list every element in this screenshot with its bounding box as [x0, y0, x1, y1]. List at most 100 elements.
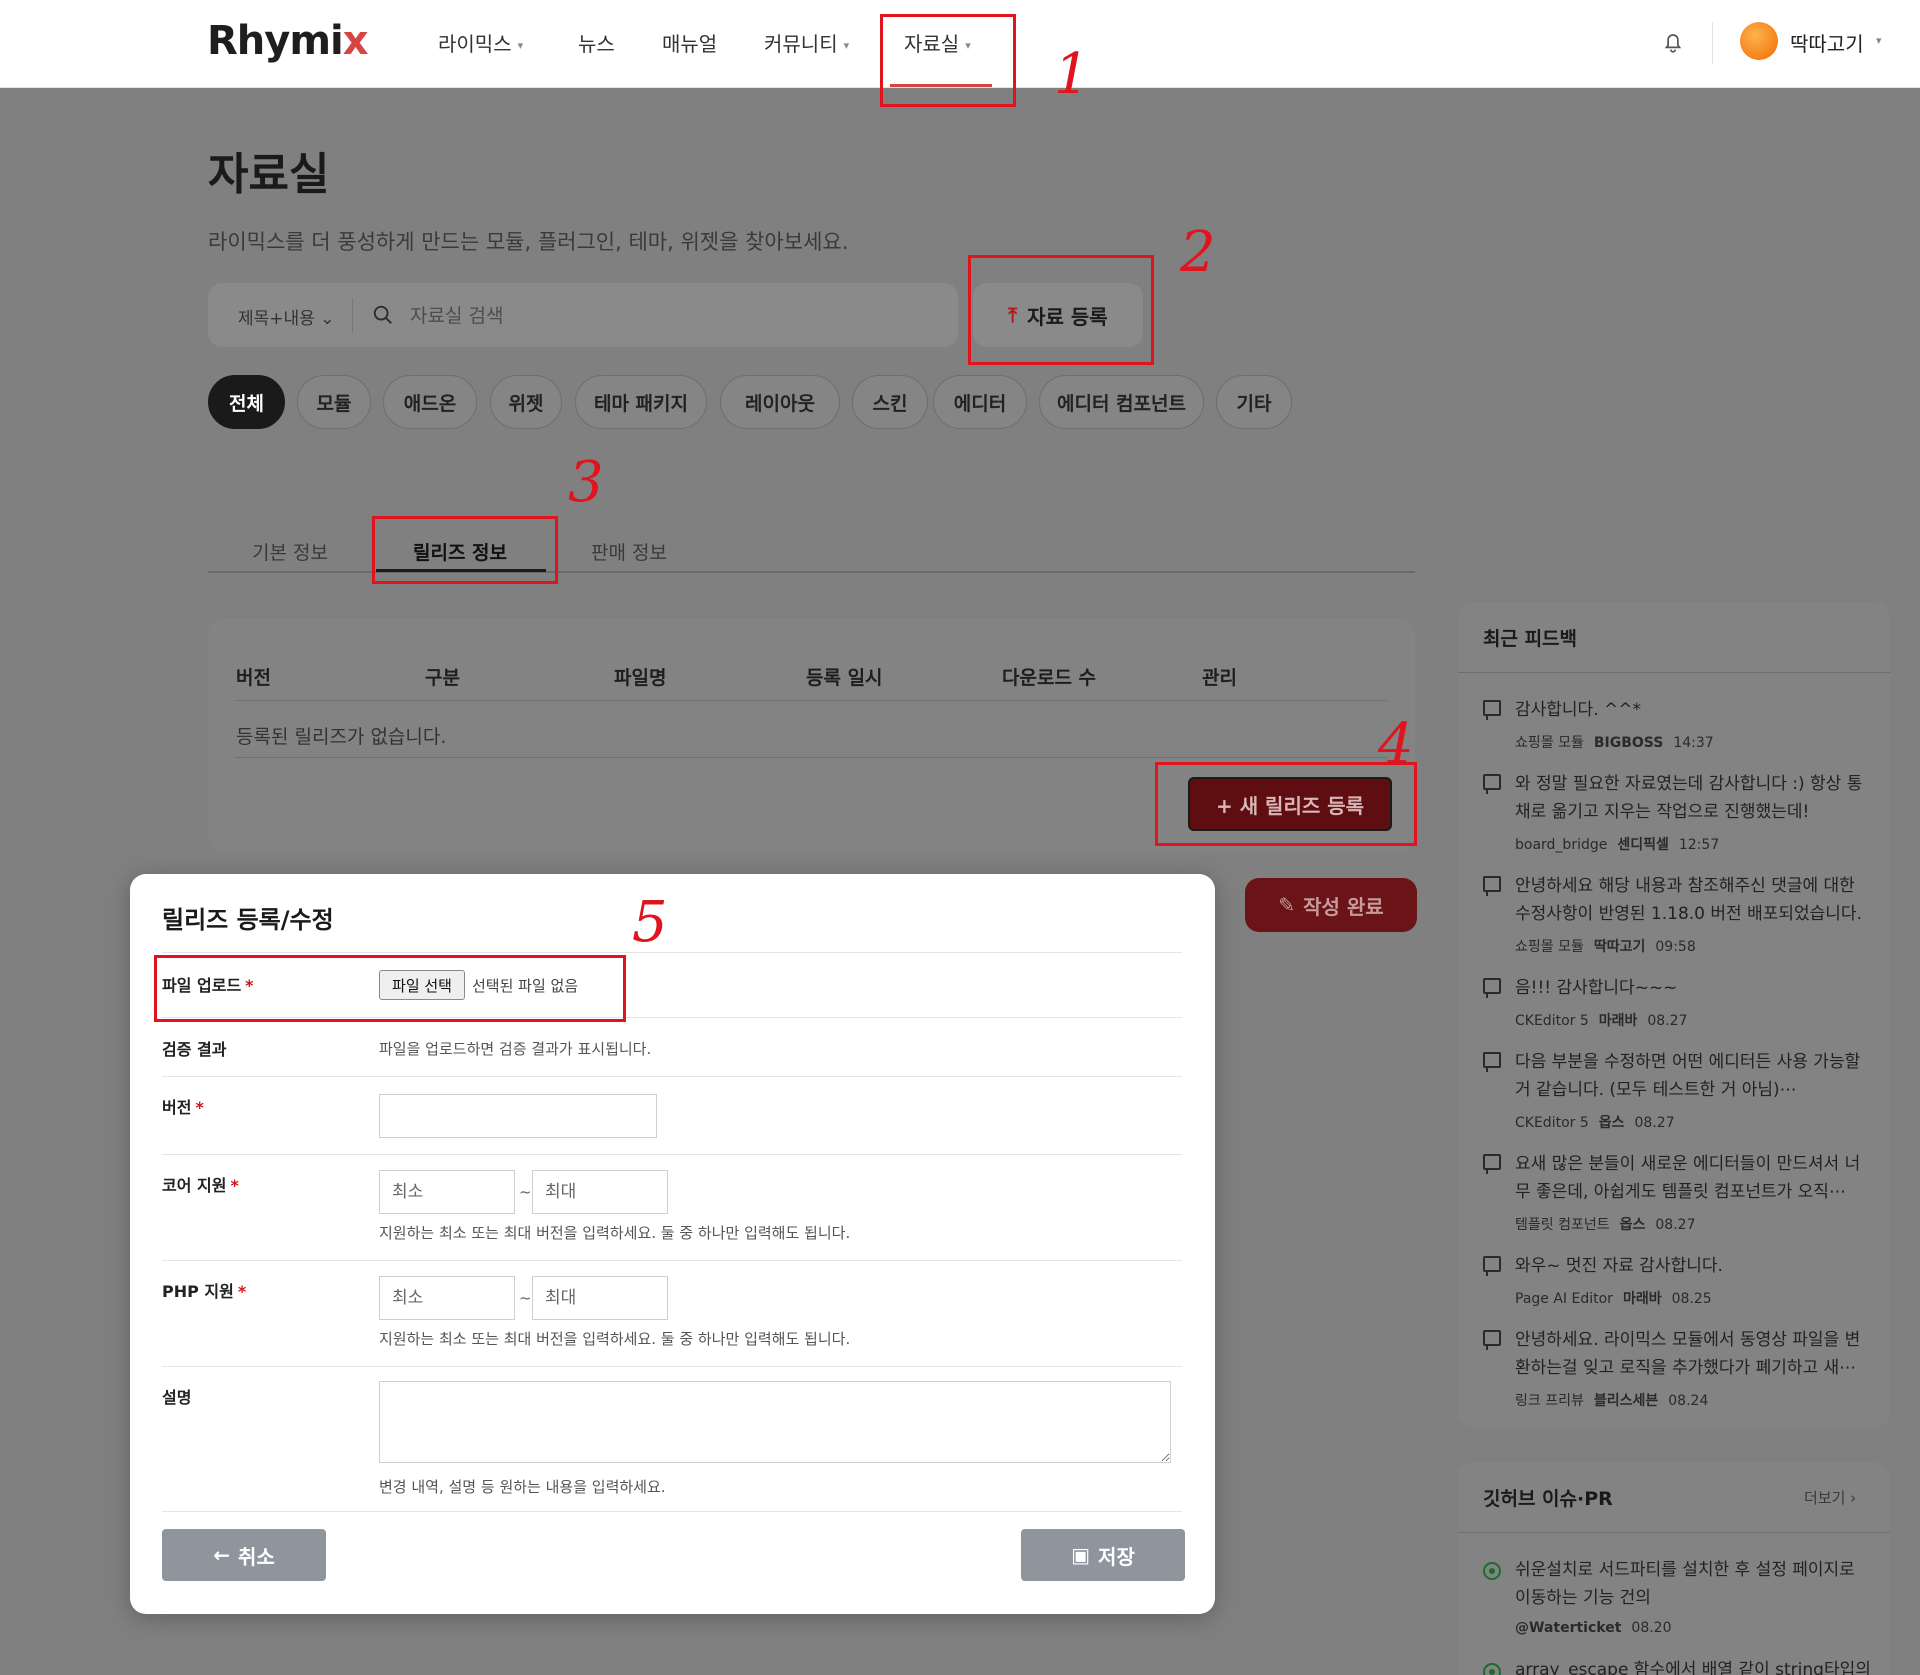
more-link[interactable]: 더보기 › — [1804, 1487, 1856, 1508]
comment-icon — [1483, 1154, 1501, 1174]
search-input[interactable] — [410, 296, 930, 336]
category-chip-skin[interactable]: 스킨 — [852, 375, 928, 429]
chevron-down-icon: ⌄ — [320, 309, 335, 329]
category-chip-addon[interactable]: 애드온 — [383, 375, 477, 429]
feedback-board: Page AI Editor — [1515, 1291, 1613, 1307]
feedback-time: 08.27 — [1634, 1115, 1675, 1131]
logo-accent: x — [342, 18, 369, 64]
username[interactable]: 딱따고기 — [1790, 28, 1864, 57]
feedback-text: 요새 많은 분들이 새로운 에디터들이 만드셔서 너무 좋은데, 아쉽게도 템플… — [1515, 1154, 1861, 1202]
arrow-left-icon: ← — [213, 1543, 230, 1567]
version-label: 버전 * — [162, 1094, 204, 1118]
search-scope-label: 제목+내용 — [238, 309, 315, 329]
bell-icon[interactable] — [1660, 28, 1686, 56]
php-support-help: 지원하는 최소 또는 최대 버전을 입력하세요. 둘 중 하나만 입력해도 됩니… — [379, 1330, 851, 1348]
version-input[interactable] — [379, 1094, 657, 1138]
core-min-input[interactable] — [379, 1170, 515, 1214]
column-header-type: 구분 — [425, 667, 460, 689]
nav-label: 라이믹스 — [438, 32, 512, 56]
modal-divider — [162, 952, 1182, 953]
label-text: 버전 — [162, 1098, 192, 1117]
nav-label: 매뉴얼 — [662, 32, 718, 56]
comment-icon — [1483, 1052, 1501, 1072]
search-scope-select[interactable]: 제목+내용 ⌄ — [238, 304, 334, 329]
description-textarea[interactable] — [379, 1381, 1171, 1463]
search-icon — [373, 305, 392, 324]
required-mark: * — [195, 1098, 204, 1117]
panel-divider — [1458, 1532, 1890, 1533]
feedback-author: 옵스 — [1619, 1217, 1646, 1233]
nav-item-rhymix[interactable]: 라이믹스 ▾ — [438, 28, 523, 57]
verify-result-text: 파일을 업로드하면 검증 결과가 표시됩니다. — [379, 1040, 652, 1058]
nav-item-manual[interactable]: 매뉴얼 — [662, 28, 717, 57]
feedback-meta: 템플릿 컴포넌트 옵스 08.27 — [1515, 1214, 1695, 1234]
php-max-input[interactable] — [532, 1276, 668, 1320]
github-issue-title[interactable]: 쉬운설치로 서드파티를 설치한 후 설정 페이지로 이동하는 기능 건의 — [1515, 1556, 1875, 1612]
github-issue-title[interactable]: array_escape 함수에서 배열 같이 string타입의 — [1515, 1656, 1875, 1675]
tab-sales-info[interactable]: 판매 정보 — [591, 538, 667, 565]
nav-item-community[interactable]: 커뮤니티 ▾ — [764, 28, 849, 57]
core-max-input[interactable] — [532, 1170, 668, 1214]
comment-icon — [1483, 1330, 1501, 1350]
feedback-text: 감사합니다. ^^* — [1515, 700, 1641, 720]
category-chip-layout[interactable]: 레이아웃 — [720, 375, 840, 429]
nav-label: 뉴스 — [578, 32, 615, 56]
done-label: 작성 완료 — [1303, 894, 1384, 919]
feedback-author: 딱따고기 — [1593, 939, 1646, 955]
category-chip-module[interactable]: 모듈 — [297, 375, 371, 429]
comment-icon — [1483, 1256, 1501, 1276]
save-icon: ▣ — [1071, 1543, 1091, 1567]
feedback-author: 마래바 — [1598, 1013, 1638, 1029]
core-support-help: 지원하는 최소 또는 최대 버전을 입력하세요. 둘 중 하나만 입력해도 됩니… — [379, 1224, 851, 1242]
recent-feedback-title: 최근 피드백 — [1483, 628, 1578, 650]
feedback-meta: board_bridge 센디픽셀 12:57 — [1515, 834, 1719, 854]
verify-result-label: 검증 결과 — [162, 1040, 227, 1059]
feedback-board: 링크 프리뷰 — [1515, 1393, 1584, 1409]
column-header-filename: 파일명 — [614, 667, 667, 689]
nav-label: 커뮤니티 — [764, 32, 838, 56]
feedback-text: 음!!! 감사합니다~~~ — [1515, 978, 1678, 998]
description-label: 설명 — [162, 1388, 192, 1407]
feedback-time: 14:37 — [1673, 735, 1714, 751]
feedback-text: 안녕하세요 해당 내용과 참조해주신 댓글에 대한 수정사항이 반영된 1.18… — [1515, 876, 1862, 924]
issue-open-icon — [1483, 1562, 1501, 1580]
php-min-input[interactable] — [379, 1276, 515, 1320]
feedback-time: 08.25 — [1671, 1291, 1712, 1307]
feedback-board: CKEditor 5 — [1515, 1013, 1589, 1029]
modal-title: 릴리즈 등록/수정 — [162, 906, 334, 934]
feedback-board: 쇼핑몰 모듈 — [1515, 735, 1584, 751]
feedback-time: 09:58 — [1655, 939, 1696, 955]
column-header-manage: 관리 — [1202, 667, 1237, 689]
comment-icon — [1483, 700, 1501, 720]
chevron-down-icon: ▾ — [843, 39, 850, 52]
chevron-down-icon[interactable]: ▾ — [1876, 34, 1882, 47]
save-button[interactable]: ▣ 저장 — [1021, 1529, 1185, 1581]
feedback-meta: 쇼핑몰 모듈 BIGBOSS 14:37 — [1515, 732, 1714, 752]
annotation-number-1: 1 — [1054, 42, 1090, 107]
chevron-down-icon: ▾ — [517, 39, 524, 52]
category-chip-etc[interactable]: 기타 — [1216, 375, 1292, 429]
tab-basic-info[interactable]: 기본 정보 — [252, 538, 328, 565]
panel-divider — [1458, 672, 1890, 673]
category-chip-widget[interactable]: 위젯 — [490, 375, 562, 429]
category-chip-all[interactable]: 전체 — [208, 375, 285, 429]
submit-done-button[interactable]: ✎ 작성 완료 — [1245, 878, 1417, 932]
column-header-version: 버전 — [236, 667, 271, 689]
cancel-button[interactable]: ← 취소 — [162, 1529, 326, 1581]
feedback-board: 템플릿 컴포넌트 — [1515, 1217, 1610, 1233]
category-chip-theme-package[interactable]: 테마 패키지 — [575, 375, 707, 429]
modal-divider — [162, 1076, 1182, 1077]
annotation-number-2: 2 — [1180, 220, 1216, 285]
feedback-time: 08.27 — [1655, 1217, 1696, 1233]
empty-table-message: 등록된 릴리즈가 없습니다. — [236, 726, 447, 748]
category-chip-editor-component[interactable]: 에디터 컴포넌트 — [1039, 375, 1204, 429]
avatar[interactable] — [1740, 22, 1778, 60]
nav-item-news[interactable]: 뉴스 — [578, 28, 615, 57]
feedback-time: 12:57 — [1678, 837, 1720, 853]
site-logo[interactable]: Rhymix — [207, 18, 369, 64]
range-separator: ~ — [519, 1289, 532, 1307]
feedback-author: 마래바 — [1622, 1291, 1662, 1307]
category-chip-editor[interactable]: 에디터 — [933, 375, 1027, 429]
required-mark: * — [237, 1282, 247, 1301]
save-label: 저장 — [1098, 1544, 1135, 1569]
